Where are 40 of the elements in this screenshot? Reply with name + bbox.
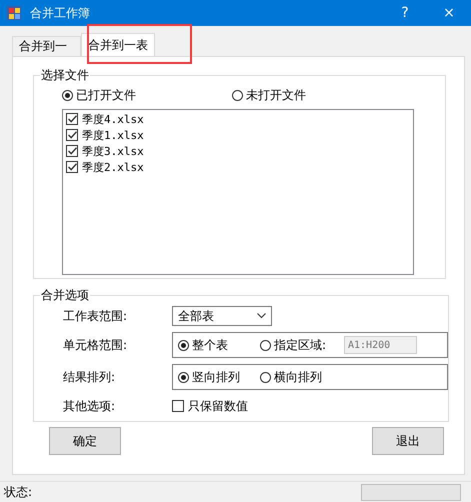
radio-label: 未打开文件 bbox=[246, 87, 306, 104]
button[interactable]: 退出 bbox=[372, 427, 444, 455]
radio-button[interactable] bbox=[62, 90, 73, 101]
checkbox[interactable] bbox=[66, 113, 78, 125]
group-title: 选择文件 bbox=[40, 67, 90, 84]
radio-button[interactable] bbox=[232, 90, 243, 101]
checkbox-label: 季度2.xlsx bbox=[82, 160, 144, 174]
radio-label: 指定区域: bbox=[274, 336, 326, 354]
checkbox-label: 季度1.xlsx bbox=[82, 128, 144, 142]
dropdown[interactable]: 全部表 bbox=[172, 306, 272, 326]
tab[interactable]: 合并到一 bbox=[12, 36, 81, 56]
group-title: 合并选项 bbox=[40, 287, 90, 304]
status-label: 状态: bbox=[4, 484, 32, 500]
radio-label: 竖向排列 bbox=[192, 368, 240, 386]
checkbox-label: 季度4.xlsx bbox=[82, 112, 144, 126]
checkbox-label: 季度3.xlsx bbox=[82, 144, 144, 158]
radio-button[interactable] bbox=[260, 340, 271, 350]
radio-label: 整个表 bbox=[192, 336, 228, 354]
checkbox[interactable] bbox=[172, 400, 184, 412]
button[interactable]: 确定 bbox=[49, 427, 121, 455]
help-button[interactable]: ? bbox=[383, 0, 427, 26]
checkbox[interactable] bbox=[66, 129, 78, 141]
file-list[interactable]: 季度4.xlsx 季度1.xlsx 季度3.xlsx 季度2.xlsx bbox=[62, 109, 414, 275]
tab[interactable]: 合并到一表 bbox=[81, 33, 155, 56]
field-label: 结果排列: bbox=[63, 368, 116, 386]
radio-label: 横向排列 bbox=[274, 368, 322, 386]
field-label: 其他选项: bbox=[63, 398, 116, 414]
field-label: 工作表范围: bbox=[63, 308, 128, 324]
radio-button[interactable] bbox=[178, 372, 189, 382]
checkbox[interactable] bbox=[66, 161, 78, 173]
close-button[interactable]: × bbox=[427, 0, 471, 26]
caret-icon bbox=[257, 313, 266, 319]
field-label: 单元格范围: bbox=[63, 336, 128, 354]
radio-button[interactable] bbox=[178, 340, 189, 350]
radio-button[interactable] bbox=[260, 372, 271, 382]
window-icon bbox=[6, 5, 22, 21]
window-title: 合并工作簿 bbox=[30, 4, 90, 22]
radio-label: 已打开文件 bbox=[76, 87, 136, 104]
checkbox[interactable] bbox=[66, 145, 78, 157]
checkbox-label: 只保留数值 bbox=[188, 398, 248, 414]
